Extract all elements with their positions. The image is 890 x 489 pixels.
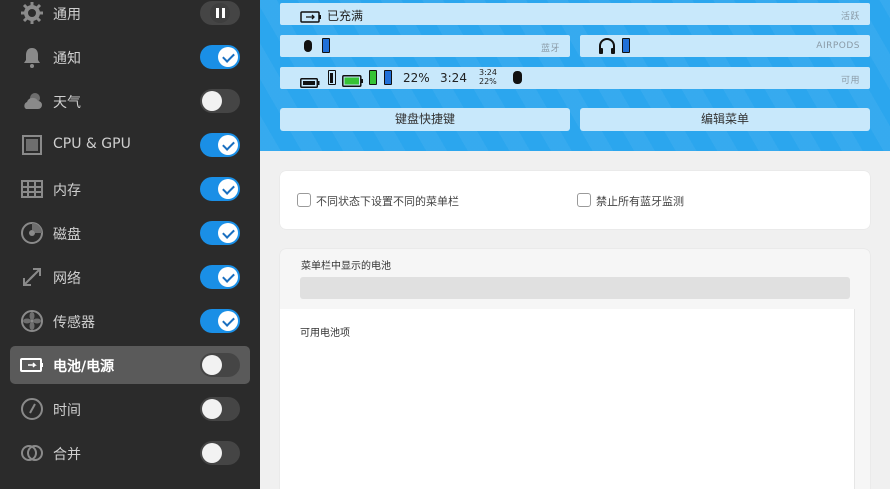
edit-menu-button[interactable]: 编辑菜单 [580, 108, 870, 131]
sidebar-item-label: 电池/电源 [53, 359, 115, 375]
battery-green-horizontal-icon [342, 72, 364, 91]
sidebar-item-notifications[interactable]: 通知 [10, 38, 250, 76]
sidebar-item-network[interactable]: 网络 [10, 258, 250, 296]
sidebar-item-label: 内存 [53, 183, 81, 199]
cpu-gpu-toggle[interactable] [200, 133, 240, 157]
battery-percent-text: 22% [403, 71, 430, 85]
charging-battery-icon [300, 8, 322, 27]
pause-icon [210, 3, 230, 23]
row-tag-airpods: AIRPODS [816, 41, 860, 51]
disable-bluetooth-label: 禁止所有蓝牙监测 [596, 195, 684, 208]
preview-row-active[interactable]: 已充满 活跃 [280, 3, 870, 25]
sidebar-item-memory[interactable]: 内存 [10, 170, 250, 208]
device-battery-blue-icon [622, 38, 630, 53]
different-menubar-label: 不同状态下设置不同的菜单栏 [316, 195, 459, 208]
gear-icon [19, 0, 45, 26]
battery-blue-vertical-icon [384, 70, 392, 85]
disk-toggle[interactable] [200, 221, 240, 245]
sidebar-item-combine[interactable]: 合并 [10, 434, 250, 472]
network-arrows-icon [19, 264, 45, 290]
available-battery-list[interactable]: 可用电池项 [280, 309, 855, 489]
sidebar-item-time[interactable]: 时间 [10, 390, 250, 428]
menubar-battery-dropzone[interactable] [300, 277, 850, 299]
preview-row-airpods[interactable]: AIRPODS [580, 35, 870, 57]
row-tag-active: 活跃 [840, 12, 860, 22]
mouse-icon [513, 71, 522, 84]
fan-icon [19, 308, 45, 334]
weather-toggle[interactable] [200, 89, 240, 113]
chip-icon [19, 132, 45, 158]
sidebar-item-label: 通知 [53, 51, 81, 67]
battery-toggle[interactable] [200, 353, 240, 377]
sidebar-item-general[interactable]: 通用 [10, 0, 250, 32]
sidebar-item-battery[interactable]: 电池/电源 [10, 346, 250, 384]
keyboard-shortcuts-button[interactable]: 键盘快捷键 [280, 108, 570, 131]
pause-button[interactable] [200, 1, 240, 25]
cloud-sun-icon [19, 88, 45, 114]
sidebar-item-sensors[interactable]: 传感器 [10, 302, 250, 340]
battery-small-percent-text: 22% [479, 77, 497, 86]
battery-small-time-text: 3:24 [479, 68, 497, 77]
sidebar-item-label: 网络 [53, 271, 81, 287]
menubar-preview-area: 已充满 活跃 蓝牙 AIRPODS 22% 3:24 3:24 22% 可用 键… [260, 0, 890, 151]
row-tag-bluetooth: 蓝牙 [540, 44, 560, 54]
battery-vertical-icon [328, 70, 336, 85]
battery-time-text: 3:24 [440, 71, 467, 85]
charge-status-text: 已充满 [327, 9, 364, 23]
sidebar-item-label: 天气 [53, 95, 81, 111]
sidebar-item-label: 磁盘 [53, 227, 81, 243]
available-battery-title: 可用电池项 [300, 328, 350, 339]
sidebar-item-weather[interactable]: 天气 [10, 82, 250, 120]
clock-icon [19, 396, 45, 422]
sidebar-item-label: 通用 [53, 7, 81, 23]
merge-circles-icon [19, 440, 45, 466]
battery-items-panel: 菜单栏中显示的电池 可用电池项 [280, 249, 870, 489]
sidebar-item-label: 合并 [53, 447, 81, 463]
preview-row-bluetooth[interactable]: 蓝牙 [280, 35, 570, 57]
battery-icon [19, 352, 45, 378]
sidebar-item-label: 传感器 [53, 315, 95, 331]
different-menubar-checkbox[interactable] [297, 193, 311, 207]
network-toggle[interactable] [200, 265, 240, 289]
bell-icon [19, 44, 45, 70]
disable-bluetooth-checkbox[interactable] [577, 193, 591, 207]
row-tag-available: 可用 [840, 76, 860, 86]
sidebar-item-disk[interactable]: 磁盘 [10, 214, 250, 252]
combine-toggle[interactable] [200, 441, 240, 465]
mouse-icon [304, 40, 312, 52]
disk-icon [19, 220, 45, 246]
memory-icon [19, 176, 45, 202]
headphones-icon [598, 38, 616, 58]
memory-toggle[interactable] [200, 177, 240, 201]
time-toggle[interactable] [200, 397, 240, 421]
menubar-battery-title: 菜单栏中显示的电池 [301, 261, 391, 272]
preview-row-available[interactable]: 22% 3:24 3:24 22% 可用 [280, 67, 870, 89]
sidebar-item-cpu-gpu[interactable]: CPU & GPU [10, 126, 250, 164]
sidebar: 通用 通知 天气 CPU & GPU 内存 磁盘 网络 传感器 电池/电源 时间… [0, 0, 260, 489]
device-battery-blue-icon [322, 38, 330, 53]
notifications-toggle[interactable] [200, 45, 240, 69]
sidebar-item-label: CPU & GPU [53, 136, 131, 152]
battery-horizontal-icon [300, 73, 320, 92]
sensors-toggle[interactable] [200, 309, 240, 333]
battery-green-vertical-icon [369, 70, 377, 85]
options-panel: 不同状态下设置不同的菜单栏 禁止所有蓝牙监测 [280, 171, 870, 229]
sidebar-item-label: 时间 [53, 403, 81, 419]
